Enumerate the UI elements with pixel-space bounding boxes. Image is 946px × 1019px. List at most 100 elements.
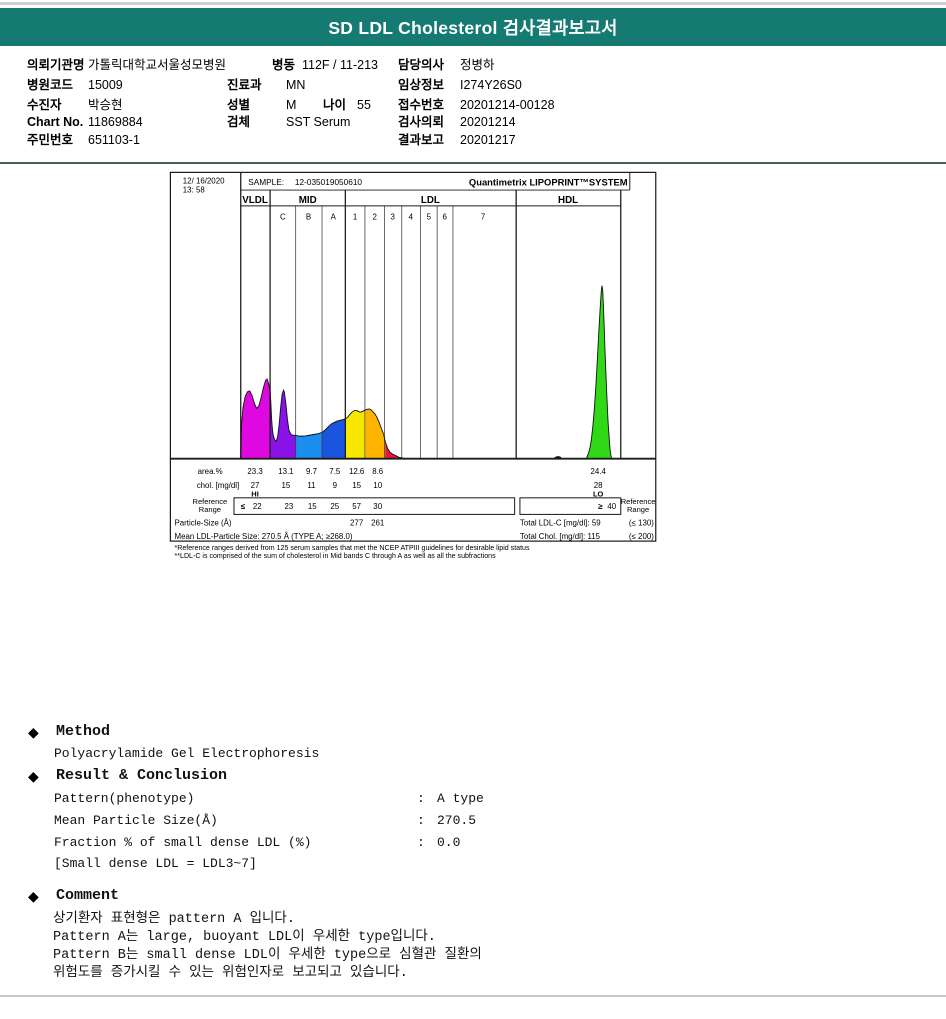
result-row-value: 270.5	[437, 813, 477, 828]
result-heading: Result & Conclusion	[56, 767, 228, 784]
field-value: 20201214	[460, 115, 516, 129]
ref-value-hdl: 40	[607, 502, 616, 511]
footnote-1: *Reference ranges derived from 125 serum…	[175, 545, 530, 552]
le-symbol: ≤	[241, 502, 246, 511]
chart-date: 12/ 16/2020	[183, 176, 225, 185]
field-value: 20201214-00128	[460, 98, 555, 112]
area-value: 8.6	[372, 467, 384, 476]
field-value: 가톨릭대학교서울성모병원	[88, 58, 227, 72]
field-label: 결과보고	[398, 133, 445, 147]
page-title: SD LDL Cholesterol 검사결과보고서	[328, 17, 618, 38]
field-value: MN	[286, 78, 306, 92]
total-ldl-c: Total LDL-C [mg/dl]: 59	[520, 519, 601, 528]
result-row-value: 0.0	[437, 835, 461, 850]
chol-value: 11	[307, 481, 315, 490]
diamond-icon: ◆	[28, 768, 39, 784]
field-label: 병동	[272, 58, 296, 72]
brand-logo-text: Quantimetrix LIPOPRINT™SYSTEM	[469, 177, 628, 188]
result-row-colon: :	[417, 835, 425, 850]
chart-frame	[169, 171, 657, 542]
particle-value: 277	[350, 519, 363, 528]
field-value: I274Y26S0	[460, 78, 522, 92]
ref-label-left-2: Range	[199, 505, 221, 514]
subband-label: A	[331, 212, 337, 221]
ref-value: 23	[285, 502, 294, 511]
hdl-band-area	[586, 285, 612, 459]
area-value: 13.1	[278, 467, 293, 476]
field-label: 나이	[323, 98, 347, 112]
field-label: 검사의뢰	[398, 115, 445, 129]
footnote-2: **LDL-C is comprised of the sum of chole…	[175, 553, 497, 560]
header-divider-rule	[0, 162, 946, 164]
area-value: 23.3	[247, 467, 263, 476]
ref-value: 22	[253, 502, 262, 511]
subband-label: 3	[391, 212, 396, 221]
hi-flag: HI	[251, 489, 259, 498]
subband-label: 1	[353, 212, 357, 221]
area-value: 24.4	[591, 467, 607, 476]
field-value: M	[286, 98, 297, 112]
reference-range-box-hdl	[519, 497, 622, 515]
chart-time: 13: 58	[183, 185, 206, 194]
ldl1-band-area	[345, 409, 366, 459]
comment-heading: Comment	[56, 887, 120, 904]
subband-label: C	[280, 212, 286, 221]
group-label-ldl: LDL	[421, 195, 440, 206]
sample-label: SAMPLE:	[248, 178, 284, 187]
group-label-vldl: VLDL	[242, 195, 268, 206]
comment-line: 위험도를 증가시킬 수 있는 위험인자로 보고되고 있습니다.	[53, 966, 408, 981]
total-chol-ref: (≤ 200)	[629, 532, 654, 541]
ref-value: 15	[308, 502, 317, 511]
top-border-line	[0, 2, 946, 5]
field-label: 접수번호	[398, 98, 445, 112]
field-value: 651103-1	[88, 133, 140, 147]
bottom-border-line	[0, 995, 946, 997]
total-ldl-c-ref: (≤ 130)	[629, 519, 654, 528]
ref-value: 25	[330, 502, 339, 511]
sample-id: 12-035019050610	[295, 178, 363, 187]
field-label: 검체	[227, 115, 251, 129]
result-row-colon: :	[417, 813, 425, 828]
subband-label: 5	[427, 212, 432, 221]
lipoprint-chart: 12/ 16/2020 13: 58 SAMPLE: 12-0350190506…	[143, 171, 790, 700]
report-title-bar: SD LDL Cholesterol 검사결과보고서	[0, 8, 946, 46]
field-label: Chart No.	[27, 115, 84, 129]
subband-label: 4	[409, 212, 414, 221]
field-value: SST Serum	[286, 115, 351, 129]
report-page: SD LDL Cholesterol 검사결과보고서 의뢰기관명 가톨릭대학교서…	[0, 0, 946, 1019]
subband-label: 7	[481, 212, 485, 221]
diamond-icon: ◆	[28, 888, 39, 904]
field-label: 임상정보	[398, 78, 445, 92]
vldl-band-area	[240, 378, 271, 459]
ref-value: 30	[373, 502, 382, 511]
subband-label: 2	[372, 212, 376, 221]
result-row-label: Fraction % of small dense LDL (%)	[54, 835, 312, 850]
field-label: 담당의사	[398, 58, 445, 72]
field-value: 정병하	[460, 58, 495, 72]
particle-value: 261	[371, 519, 384, 528]
chol-value: 15	[352, 481, 361, 490]
result-row-label: [Small dense LDL = LDL3~7]	[54, 856, 257, 871]
result-row-value: A type	[437, 791, 484, 806]
field-value: 11869884	[88, 115, 143, 129]
total-chol: Total Chol. [mg/dl]: 115	[520, 532, 601, 541]
field-label: 진료과	[227, 78, 262, 92]
ge-symbol: ≥	[598, 502, 603, 511]
density-curve	[240, 285, 621, 460]
mid-a-band-area	[322, 418, 346, 459]
field-label: 수진자	[27, 98, 62, 112]
group-label-hdl: HDL	[558, 195, 578, 206]
chol-value: 10	[373, 481, 382, 490]
chol-value: 15	[282, 481, 291, 490]
lo-flag: LO	[593, 489, 604, 498]
result-row-label: Pattern(phenotype)	[54, 791, 195, 806]
mid-c-band-area	[270, 390, 296, 459]
field-label: 주민번호	[27, 133, 74, 147]
particle-row-label: Particle-Size (Å)	[175, 519, 232, 528]
area-value: 12.6	[349, 467, 365, 476]
area-value: 9.7	[306, 467, 317, 476]
field-value: 55	[357, 98, 371, 112]
ldl2-band-area	[365, 409, 386, 459]
group-label-mid: MID	[299, 195, 317, 206]
diamond-icon: ◆	[28, 724, 39, 740]
